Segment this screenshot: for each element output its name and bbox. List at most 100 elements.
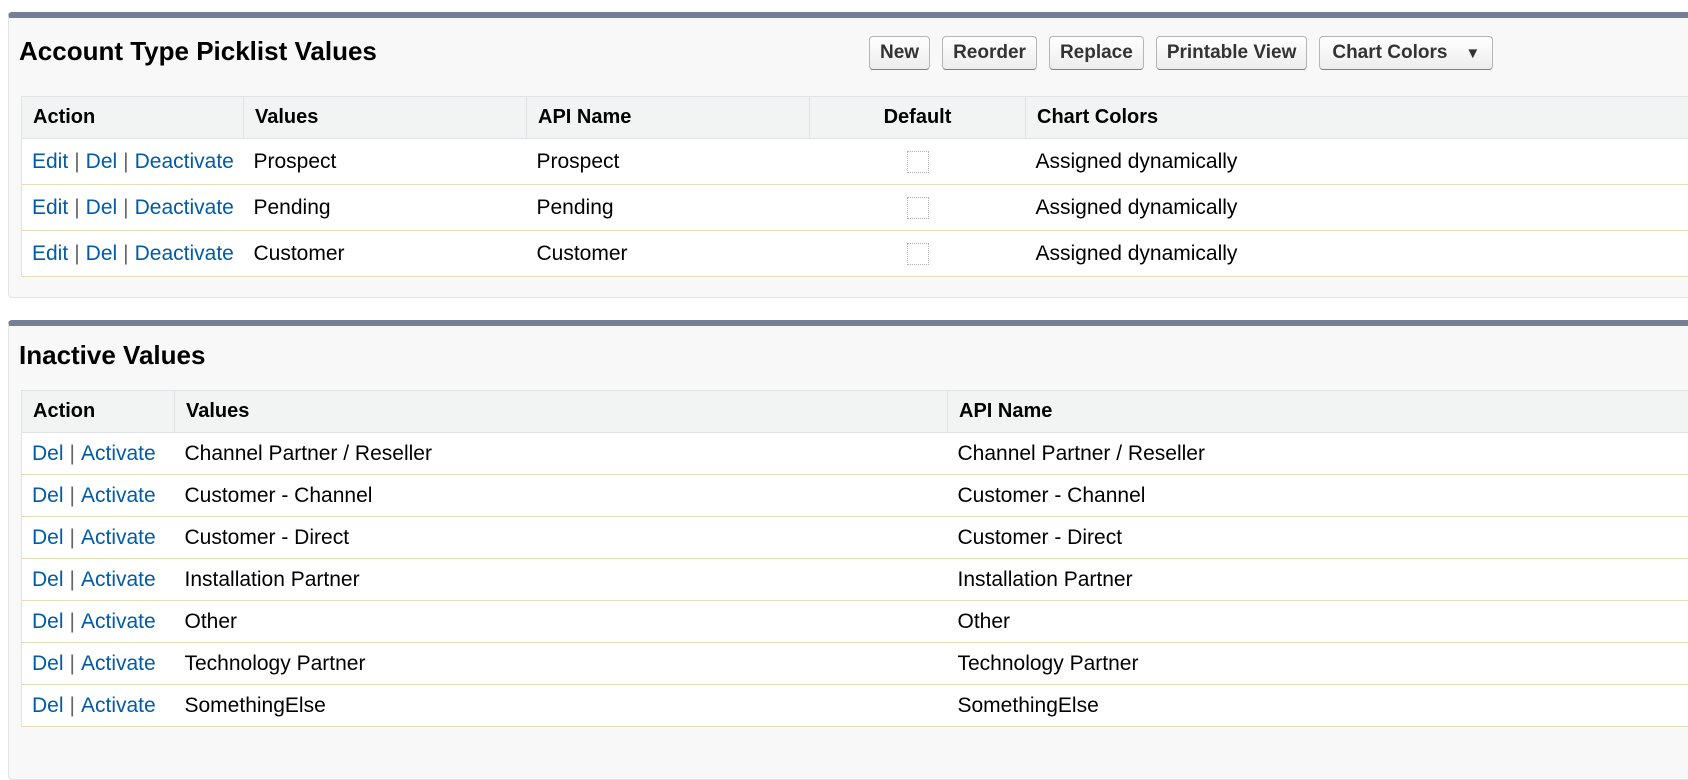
separator: | bbox=[74, 196, 79, 219]
del-link[interactable]: Del bbox=[86, 196, 118, 219]
reorder-button[interactable]: Reorder bbox=[942, 36, 1037, 70]
value-cell: Customer - Direct bbox=[175, 517, 948, 559]
edit-link[interactable]: Edit bbox=[32, 196, 68, 219]
del-link[interactable]: Del bbox=[32, 526, 64, 549]
chart-colors-dropdown[interactable]: Chart Colors ▼ bbox=[1319, 36, 1493, 70]
chart-colors-dropdown-label: Chart Colors bbox=[1332, 42, 1447, 64]
column-header-default: Default bbox=[810, 97, 1026, 139]
action-cell: Del | Activate bbox=[22, 685, 175, 727]
activate-link[interactable]: Activate bbox=[81, 484, 156, 507]
active-values-panel: Account Type Picklist Values New Reorder… bbox=[8, 12, 1688, 298]
table-header-row: Action Values API Name bbox=[22, 391, 1688, 433]
inactive-values-table: Action Values API Name Del | Activate Chan… bbox=[21, 390, 1688, 727]
table-row: Del|Activate Other Other bbox=[22, 601, 1688, 643]
separator: | bbox=[123, 150, 128, 173]
action-cell: Edit|Del|Deactivate bbox=[22, 139, 244, 185]
api-name-cell: Channel Partner / Reseller bbox=[948, 433, 1688, 475]
del-link[interactable]: Del bbox=[32, 652, 64, 675]
table-row: Del | Activate Customer - Channel Customer… bbox=[22, 475, 1688, 517]
edit-link[interactable]: Edit bbox=[32, 150, 68, 173]
edit-link[interactable]: Edit bbox=[32, 242, 68, 265]
separator: | bbox=[70, 442, 75, 465]
del-link[interactable]: Del bbox=[86, 242, 118, 265]
active-values-table: Action Values API Name Default Chart Col… bbox=[21, 96, 1688, 277]
chart-color-cell: Assigned dynamically bbox=[1026, 139, 1688, 185]
activate-link[interactable]: Activate bbox=[81, 652, 156, 675]
table-row: Edit|Del|Deactivate Customer Customer As… bbox=[22, 231, 1688, 277]
column-header-api-name: API Name bbox=[948, 391, 1688, 433]
default-cell bbox=[810, 231, 1026, 277]
table-row: Del | Activate Technology Partner Technolo… bbox=[22, 643, 1688, 685]
caret-down-icon: ▼ bbox=[1465, 45, 1480, 62]
value-cell: Prospect bbox=[244, 139, 527, 185]
api-name-cell: Customer - Direct bbox=[948, 517, 1688, 559]
active-values-title: Account Type Picklist Values bbox=[19, 36, 377, 67]
inactive-values-title: Inactive Values bbox=[19, 340, 205, 371]
chart-color-cell: Assigned dynamically bbox=[1026, 231, 1688, 277]
value-cell: Other bbox=[175, 601, 948, 643]
inactive-values-panel: Inactive Values Action Values API Name D… bbox=[8, 320, 1688, 780]
active-values-toolbar: New Reorder Replace Printable View Chart… bbox=[869, 36, 1493, 70]
api-name-cell: Technology Partner bbox=[948, 643, 1688, 685]
checkbox-icon bbox=[907, 151, 929, 173]
default-cell bbox=[810, 185, 1026, 231]
column-header-values: Values bbox=[175, 391, 948, 433]
separator: | bbox=[70, 484, 75, 507]
action-cell: Del | Activate bbox=[22, 475, 175, 517]
replace-button[interactable]: Replace bbox=[1049, 36, 1144, 70]
table-row: Edit|Del|Deactivate Prospect Prospect As… bbox=[22, 139, 1688, 185]
table-row: Del | Activate Customer - Direct Customer … bbox=[22, 517, 1688, 559]
value-cell: Channel Partner / Reseller bbox=[175, 433, 948, 475]
checkbox-icon bbox=[907, 197, 929, 219]
del-link[interactable]: Del bbox=[32, 694, 64, 717]
column-header-action: Action bbox=[22, 97, 244, 139]
value-cell: Customer bbox=[244, 231, 527, 277]
printable-view-button[interactable]: Printable View bbox=[1156, 36, 1308, 70]
separator: | bbox=[74, 150, 79, 173]
action-cell: Del|Activate bbox=[22, 601, 175, 643]
separator: | bbox=[123, 242, 128, 265]
deactivate-link[interactable]: Deactivate bbox=[135, 150, 234, 173]
separator: | bbox=[70, 526, 75, 549]
del-link[interactable]: Del bbox=[32, 484, 64, 507]
value-cell: Customer - Channel bbox=[175, 475, 948, 517]
new-button[interactable]: New bbox=[869, 36, 930, 70]
api-name-cell: Other bbox=[948, 601, 1688, 643]
column-header-api-name: API Name bbox=[527, 97, 810, 139]
api-name-cell: Prospect bbox=[527, 139, 810, 185]
deactivate-link[interactable]: Deactivate bbox=[135, 196, 234, 219]
separator: | bbox=[70, 568, 75, 591]
activate-link[interactable]: Activate bbox=[81, 694, 156, 717]
activate-link[interactable]: Activate bbox=[81, 526, 156, 549]
activate-link[interactable]: Activate bbox=[81, 610, 156, 633]
del-link[interactable]: Del bbox=[32, 568, 64, 591]
value-cell: Pending bbox=[244, 185, 527, 231]
del-link[interactable]: Del bbox=[32, 442, 64, 465]
action-cell: Del | Activate bbox=[22, 433, 175, 475]
api-name-cell: Customer bbox=[527, 231, 810, 277]
activate-link[interactable]: Activate bbox=[81, 568, 156, 591]
default-cell bbox=[810, 139, 1026, 185]
api-name-cell: Installation Partner bbox=[948, 559, 1688, 601]
api-name-cell: Customer - Channel bbox=[948, 475, 1688, 517]
action-cell: Del | Activate bbox=[22, 643, 175, 685]
separator: | bbox=[70, 652, 75, 675]
api-name-cell: Pending bbox=[527, 185, 810, 231]
activate-link[interactable]: Activate bbox=[81, 442, 156, 465]
separator: | bbox=[70, 694, 75, 717]
checkbox-icon bbox=[907, 243, 929, 265]
table-row: Edit|Del|Deactivate Pending Pending Assi… bbox=[22, 185, 1688, 231]
column-header-action: Action bbox=[22, 391, 175, 433]
deactivate-link[interactable]: Deactivate bbox=[135, 242, 234, 265]
table-row: Del|Activate Channel Partner / Reseller … bbox=[22, 433, 1688, 475]
table-row: Del | Activate Installation Partner Instal… bbox=[22, 559, 1688, 601]
action-cell: Edit|Del|Deactivate bbox=[22, 185, 244, 231]
action-cell: Del | Activate bbox=[22, 517, 175, 559]
separator: | bbox=[123, 196, 128, 219]
api-name-cell: SomethingElse bbox=[948, 685, 1688, 727]
value-cell: Technology Partner bbox=[175, 643, 948, 685]
table-header-row: Action Values API Name Default Chart Col… bbox=[22, 97, 1688, 139]
del-link[interactable]: Del bbox=[86, 150, 118, 173]
value-cell: Installation Partner bbox=[175, 559, 948, 601]
del-link[interactable]: Del bbox=[32, 610, 64, 633]
